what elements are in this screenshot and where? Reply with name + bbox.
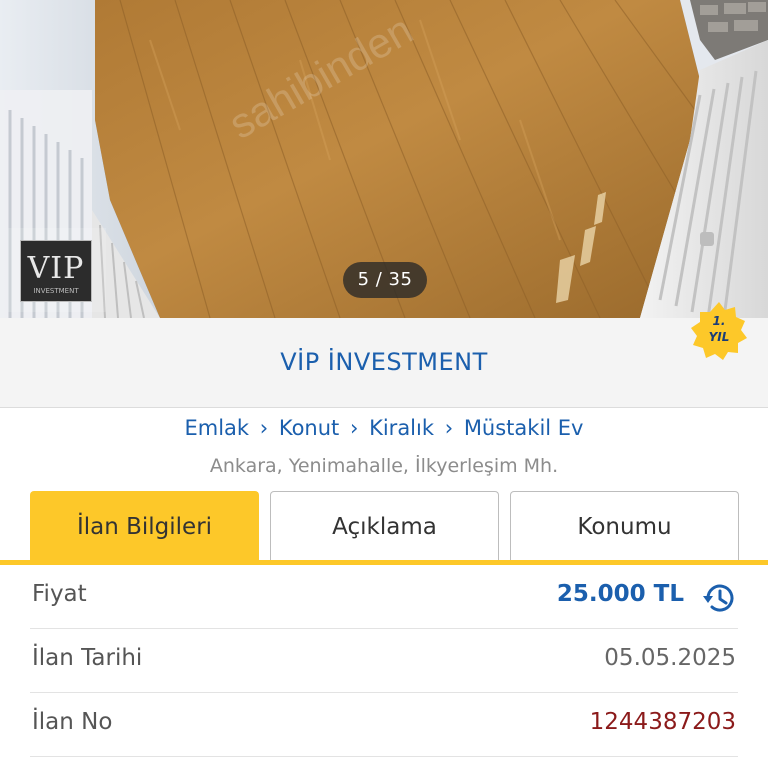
badge-line-2: YIL xyxy=(708,330,730,344)
date-value: 05.05.2025 xyxy=(604,645,736,671)
badge-label: 1. YIL xyxy=(688,313,750,345)
breadcrumb-separator: › xyxy=(259,416,269,440)
photo-counter: 5 / 35 xyxy=(343,262,427,298)
breadcrumb: Emlak › Konut › Kiralık › Müstakil Ev xyxy=(0,416,768,440)
tab-aciklama[interactable]: Açıklama xyxy=(270,491,499,561)
listing-location: Ankara, Yenimahalle, İlkyerleşim Mh. xyxy=(209,455,559,477)
logo-subtext: INVESTMENT xyxy=(33,287,79,295)
tab-konumu[interactable]: Konumu xyxy=(510,491,739,561)
price-value: 25.000 TL xyxy=(556,581,684,607)
breadcrumb-item-mustakil-ev[interactable]: Müstakil Ev xyxy=(464,416,584,440)
info-row-date: İlan Tarihi 05.05.2025 xyxy=(30,629,738,693)
membership-year-badge: 1. YIL xyxy=(688,300,750,362)
badge-line-1: 1. xyxy=(712,314,726,328)
tab-bar: İlan Bilgileri Açıklama Konumu xyxy=(0,491,768,565)
price-label: Fiyat xyxy=(32,581,87,607)
info-row-listing-no: İlan No 1244387203 xyxy=(30,693,738,757)
agency-logo: VIP INVESTMENT xyxy=(8,228,106,312)
listing-no-label: İlan No xyxy=(32,709,113,735)
history-icon[interactable] xyxy=(700,579,738,617)
breadcrumb-separator: › xyxy=(349,416,359,440)
breadcrumb-item-emlak[interactable]: Emlak xyxy=(184,416,249,440)
listing-no-value: 1244387203 xyxy=(589,709,736,735)
info-row-price: Fiyat 25.000 TL xyxy=(30,565,738,629)
breadcrumb-separator: › xyxy=(444,416,454,440)
date-label: İlan Tarihi xyxy=(32,645,143,671)
store-bar[interactable]: VİP İNVESTMENT xyxy=(0,318,768,408)
breadcrumb-item-konut[interactable]: Konut xyxy=(279,416,339,440)
tab-ilan-bilgileri[interactable]: İlan Bilgileri xyxy=(30,491,259,561)
logo-text: VIP xyxy=(27,251,85,286)
breadcrumb-item-kiralik[interactable]: Kiralık xyxy=(369,416,434,440)
photo-gallery[interactable]: sahibinden VIP INVESTMENT 5 / 35 xyxy=(0,0,768,318)
store-name[interactable]: VİP İNVESTMENT xyxy=(0,348,768,376)
